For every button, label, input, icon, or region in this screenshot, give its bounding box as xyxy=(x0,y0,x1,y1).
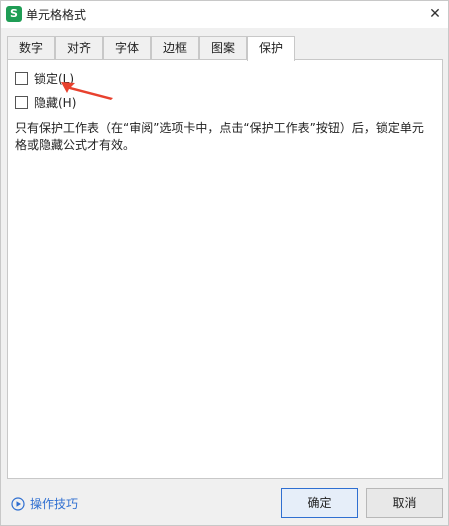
tips-link[interactable]: 操作技巧 xyxy=(11,495,78,512)
close-icon: ✕ xyxy=(429,6,441,22)
locked-checkbox[interactable] xyxy=(15,71,28,85)
ok-button[interactable]: 确定 xyxy=(281,488,358,518)
spreadsheet-app-icon: S xyxy=(6,6,22,22)
protection-panel: 锁定(L) 隐藏(H) 只有保护工作表（在“审阅”选项卡中，点击“保护工作表”按… xyxy=(7,59,443,479)
title-bar: S 单元格格式 ✕ xyxy=(1,1,448,28)
tips-label: 操作技巧 xyxy=(30,497,79,511)
arrow-shape xyxy=(61,82,113,100)
protection-description: 只有保护工作表（在“审阅”选项卡中，点击“保护工作表”按钮）后，锁定单元格或隐藏… xyxy=(15,121,424,152)
tab-alignment[interactable]: 对齐 xyxy=(55,36,103,60)
tab-font[interactable]: 字体 xyxy=(103,36,151,60)
dialog-title: 单元格格式 xyxy=(26,8,87,22)
tab-protection[interactable]: 保护 xyxy=(247,36,295,61)
hidden-checkbox[interactable] xyxy=(15,95,28,109)
red-arrow-annotation xyxy=(61,82,113,100)
tab-strip: 数字 对齐 字体 边框 图案 保护 xyxy=(7,36,443,61)
cancel-button[interactable]: 取消 xyxy=(366,488,443,518)
tab-border[interactable]: 边框 xyxy=(151,36,199,60)
play-circle-icon xyxy=(11,496,25,511)
close-button[interactable]: ✕ xyxy=(422,1,448,28)
tab-number[interactable]: 数字 xyxy=(7,36,55,60)
tab-pattern[interactable]: 图案 xyxy=(199,36,247,60)
format-cells-dialog: S 单元格格式 ✕ 数字 对齐 字体 边框 图案 保护 锁定(L) 隐藏(H) … xyxy=(0,0,449,526)
